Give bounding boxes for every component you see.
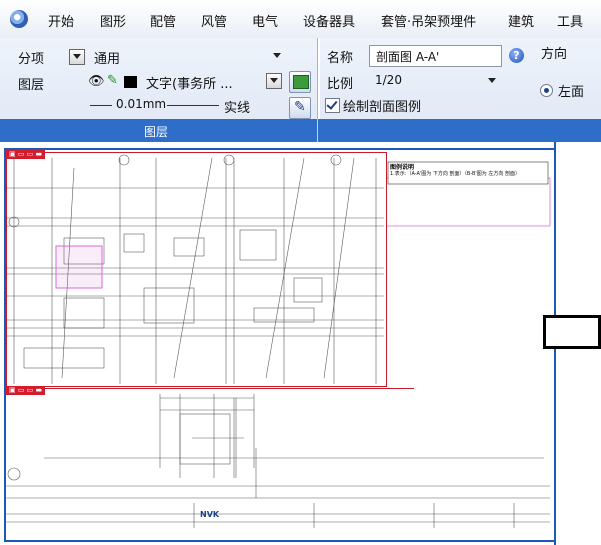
ribbon-group-bar: 图层 xyxy=(0,119,601,142)
layer-dropdown-arrow[interactable] xyxy=(266,73,282,89)
viewport-section-top xyxy=(6,388,414,390)
brush-icon[interactable]: ✎ xyxy=(107,73,118,88)
chevron-down-icon xyxy=(488,78,496,83)
name-label: 名称 xyxy=(327,51,354,66)
scale-label: 比例 xyxy=(327,77,354,92)
direction-label: 方向 xyxy=(541,47,568,62)
menu-item-home[interactable]: 开始 xyxy=(48,11,74,30)
menu-item-piping[interactable]: 配管 xyxy=(150,11,176,30)
line-type-sample xyxy=(167,105,219,106)
legend-note-title: 图例说明 xyxy=(390,164,415,171)
category-dropdown[interactable]: 通用 xyxy=(88,47,285,67)
help-icon[interactable]: ? xyxy=(509,48,524,63)
layer-manager-icon xyxy=(293,75,309,89)
menu-item-equipment[interactable]: 设备器具 xyxy=(303,11,355,30)
chevron-down-icon xyxy=(273,53,281,58)
layer-label: 图层 xyxy=(18,78,45,93)
direction-left-label: 左面 xyxy=(558,85,585,100)
company-logo: NVK xyxy=(200,510,220,519)
group-divider xyxy=(317,119,318,142)
match-properties-button[interactable]: ✎ xyxy=(289,97,311,119)
layer-dropdown[interactable]: 文字(事务所 ... xyxy=(140,72,264,92)
viewport-plan[interactable] xyxy=(6,152,387,387)
scale-dropdown[interactable]: 1/20 xyxy=(369,72,500,90)
section-name-field[interactable]: 剖面图 A-A' xyxy=(369,45,502,67)
draw-legend-checkbox[interactable] xyxy=(325,98,340,113)
viewport-section-tab[interactable]: ▣ ▭ ▭ ▬ xyxy=(6,386,46,395)
menu-item-architecture[interactable]: 建筑 xyxy=(508,11,534,30)
color-swatch[interactable] xyxy=(124,76,137,88)
legend-note-line: 1.表示:（A-A'图为 下方向 剖面）（B-B'图为 左方向 剖面） xyxy=(390,171,520,177)
line-type-value[interactable]: 实线 xyxy=(224,97,250,116)
brush-tool-icon: ✎ xyxy=(294,99,306,115)
app-logo-icon[interactable] xyxy=(10,10,28,28)
viewport-plan-tab[interactable]: ▣ ▭ ▭ ▬ xyxy=(6,150,46,159)
line-width-value[interactable]: 0.01mm xyxy=(116,97,166,111)
category-toggle-button[interactable] xyxy=(69,49,85,65)
eye-icon[interactable]: 👁 xyxy=(88,74,105,89)
category-label: 分项 xyxy=(18,52,45,67)
menu-item-tools[interactable]: 工具 xyxy=(557,11,583,30)
placeholder-box[interactable] xyxy=(543,315,601,349)
draw-legend-label: 绘制剖面图例 xyxy=(343,100,422,115)
menu-item-duct[interactable]: 风管 xyxy=(201,11,227,30)
layer-group-label: 图层 xyxy=(144,125,169,139)
line-weight-sample xyxy=(90,105,112,106)
direction-left-radio[interactable] xyxy=(540,84,553,97)
menu-item-sleeve[interactable]: 套管·吊架预埋件 xyxy=(381,11,476,30)
menu-item-electrical[interactable]: 电气 xyxy=(252,11,278,30)
menu-item-graphics[interactable]: 图形 xyxy=(100,11,126,30)
ribbon: 分项 通用 图层 👁 ✎ 文字(事务所 ... 0.01mm 实线 ✎ 名称 剖… xyxy=(0,38,601,142)
layer-manager-button[interactable] xyxy=(289,71,311,93)
menu-bar: 开始 图形 配管 风管 电气 设备器具 套管·吊架预埋件 建筑 工具 xyxy=(0,0,601,39)
drawing-canvas[interactable]: ▣ ▭ ▭ ▬ ▣ ▭ ▭ ▬ 图例说明 1.表示:（A-A'图为 下方向 剖面… xyxy=(0,142,601,545)
